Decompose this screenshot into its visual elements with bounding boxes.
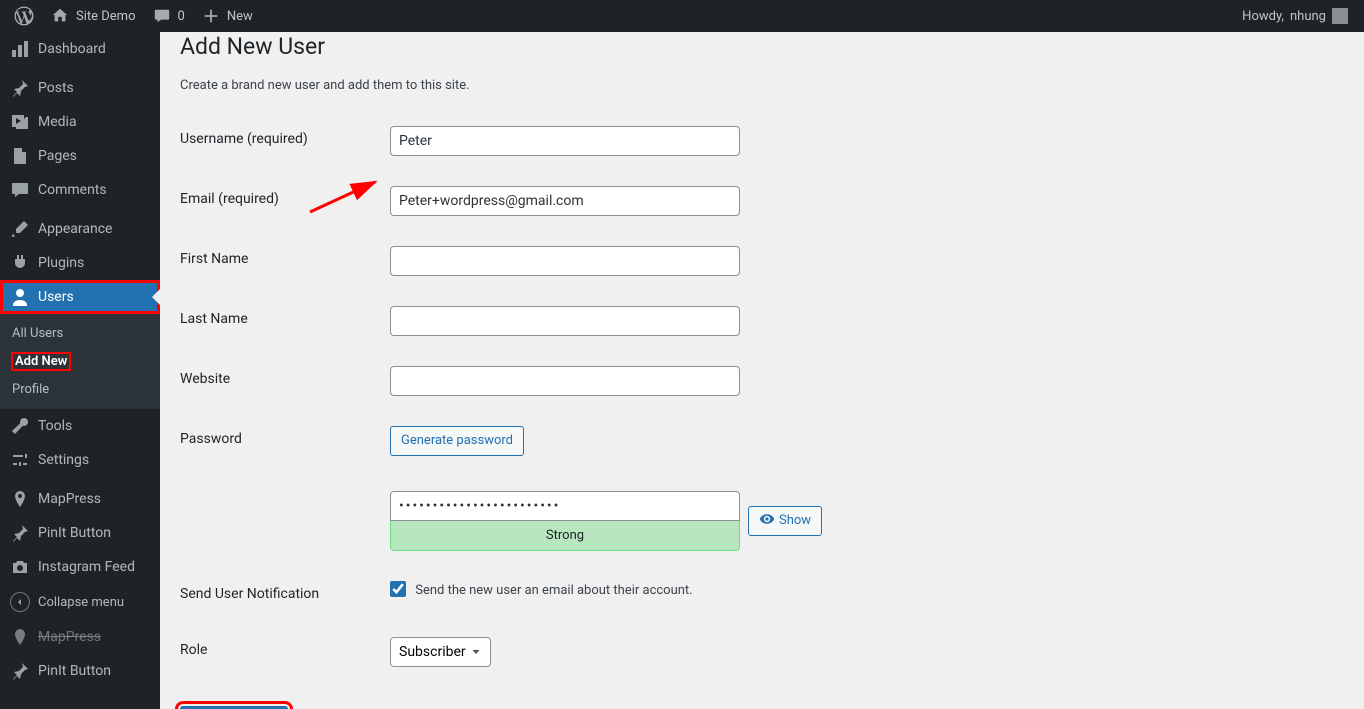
notification-toggle[interactable]: Send the new user an email about their a… bbox=[390, 583, 693, 598]
sidebar-item-plugins[interactable]: Plugins bbox=[0, 246, 160, 280]
pin-icon bbox=[10, 78, 30, 98]
plus-icon bbox=[201, 6, 221, 26]
sidebar-label: Pages bbox=[38, 148, 77, 164]
sidebar-label: PinIt Button bbox=[38, 525, 111, 541]
comment-icon bbox=[152, 6, 172, 26]
sidebar-item-instagram[interactable]: Instagram Feed bbox=[0, 550, 160, 584]
site-name: Site Demo bbox=[76, 9, 136, 24]
sidebar-item-mappress-dup[interactable]: MapPress bbox=[0, 620, 160, 654]
first-name-field[interactable] bbox=[390, 246, 740, 276]
label-website: Website bbox=[180, 351, 380, 411]
map-pin-icon bbox=[10, 627, 30, 647]
sidebar-label: Dashboard bbox=[38, 41, 106, 57]
last-name-field[interactable] bbox=[390, 306, 740, 336]
password-field[interactable] bbox=[390, 491, 740, 521]
wp-logo[interactable] bbox=[6, 0, 42, 32]
sidebar-label: Media bbox=[38, 114, 77, 130]
sidebar-item-settings[interactable]: Settings bbox=[0, 443, 160, 477]
sidebar-item-media[interactable]: Media bbox=[0, 105, 160, 139]
email-field[interactable] bbox=[390, 186, 740, 216]
arrow-indicator bbox=[152, 289, 160, 305]
site-link[interactable]: Site Demo bbox=[42, 0, 144, 32]
page-description: Create a brand new user and add them to … bbox=[180, 78, 1344, 93]
notification-checkbox[interactable] bbox=[390, 581, 406, 597]
users-submenu: All Users Add New Profile bbox=[0, 314, 160, 409]
dashboard-icon bbox=[10, 39, 30, 59]
sub-profile[interactable]: Profile bbox=[0, 376, 160, 403]
sidebar-label: Users bbox=[38, 289, 74, 305]
sub-add-new[interactable]: Add New bbox=[0, 347, 160, 376]
role-select[interactable]: Subscriber bbox=[390, 637, 491, 667]
camera-icon bbox=[10, 557, 30, 577]
label-first-name: First Name bbox=[180, 231, 380, 291]
sidebar-item-users[interactable]: Users bbox=[0, 280, 160, 314]
user-icon bbox=[10, 287, 30, 307]
pin-icon bbox=[10, 523, 30, 543]
sidebar-item-mappress[interactable]: MapPress bbox=[0, 482, 160, 516]
page-title: Add New User bbox=[180, 32, 1344, 62]
sidebar-label: Settings bbox=[38, 452, 89, 468]
brush-icon bbox=[10, 219, 30, 239]
page-content: Add New User Create a brand new user and… bbox=[160, 32, 1364, 709]
username-field[interactable] bbox=[390, 126, 740, 156]
sidebar-item-posts[interactable]: Posts bbox=[0, 71, 160, 105]
plug-icon bbox=[10, 253, 30, 273]
label-password: Password bbox=[180, 411, 380, 471]
map-pin-icon bbox=[10, 489, 30, 509]
sidebar-item-tools[interactable]: Tools bbox=[0, 409, 160, 443]
comments-count: 0 bbox=[178, 9, 185, 24]
new-link[interactable]: New bbox=[193, 0, 261, 32]
sidebar-item-pinit[interactable]: PinIt Button bbox=[0, 516, 160, 550]
sidebar-label: Posts bbox=[38, 80, 74, 96]
sidebar-label: PinIt Button bbox=[38, 663, 111, 679]
wordpress-icon bbox=[14, 6, 34, 26]
admin-sidebar: Dashboard Posts Media Pages Comments bbox=[0, 32, 160, 709]
sidebar-item-pages[interactable]: Pages bbox=[0, 139, 160, 173]
sidebar-label: Instagram Feed bbox=[38, 559, 135, 575]
eye-icon bbox=[759, 511, 775, 527]
sidebar-item-pinit-dup[interactable]: PinIt Button bbox=[0, 654, 160, 688]
howdy-link[interactable]: Howdy, nhung bbox=[1234, 0, 1356, 32]
collapse-label: Collapse menu bbox=[38, 595, 124, 610]
sidebar-label: Tools bbox=[38, 418, 72, 434]
sidebar-item-comments[interactable]: Comments bbox=[0, 173, 160, 207]
pages-icon bbox=[10, 146, 30, 166]
admin-bar: Site Demo 0 New Howdy, nhung bbox=[0, 0, 1364, 32]
pin-icon bbox=[10, 661, 30, 681]
comments-link[interactable]: 0 bbox=[144, 0, 193, 32]
label-username: Username (required) bbox=[180, 111, 380, 171]
collapse-icon bbox=[10, 592, 30, 612]
label-notification: Send User Notification bbox=[180, 566, 380, 622]
new-label: New bbox=[227, 9, 253, 24]
generate-password-button[interactable]: Generate password bbox=[390, 426, 524, 456]
collapse-menu[interactable]: Collapse menu bbox=[0, 584, 160, 620]
comments-icon bbox=[10, 180, 30, 200]
sidebar-item-dashboard[interactable]: Dashboard bbox=[0, 32, 160, 66]
howdy-prefix: Howdy, bbox=[1242, 9, 1284, 24]
notification-desc: Send the new user an email about their a… bbox=[415, 583, 692, 598]
sub-all-users[interactable]: All Users bbox=[0, 320, 160, 347]
label-email: Email (required) bbox=[180, 171, 380, 231]
label-last-name: Last Name bbox=[180, 291, 380, 351]
label-role: Role bbox=[180, 622, 380, 682]
avatar bbox=[1332, 8, 1348, 24]
sidebar-label: MapPress bbox=[38, 491, 101, 507]
sidebar-label: Plugins bbox=[38, 255, 84, 271]
howdy-user: nhung bbox=[1290, 9, 1326, 24]
media-icon bbox=[10, 112, 30, 132]
sidebar-label: Appearance bbox=[38, 221, 112, 237]
show-password-button[interactable]: Show bbox=[748, 506, 822, 536]
home-icon bbox=[50, 6, 70, 26]
sidebar-item-appearance[interactable]: Appearance bbox=[0, 212, 160, 246]
sliders-icon bbox=[10, 450, 30, 470]
sidebar-label: MapPress bbox=[38, 629, 101, 645]
wrench-icon bbox=[10, 416, 30, 436]
website-field[interactable] bbox=[390, 366, 740, 396]
password-strength: Strong bbox=[390, 521, 740, 551]
sidebar-label: Comments bbox=[38, 182, 107, 198]
